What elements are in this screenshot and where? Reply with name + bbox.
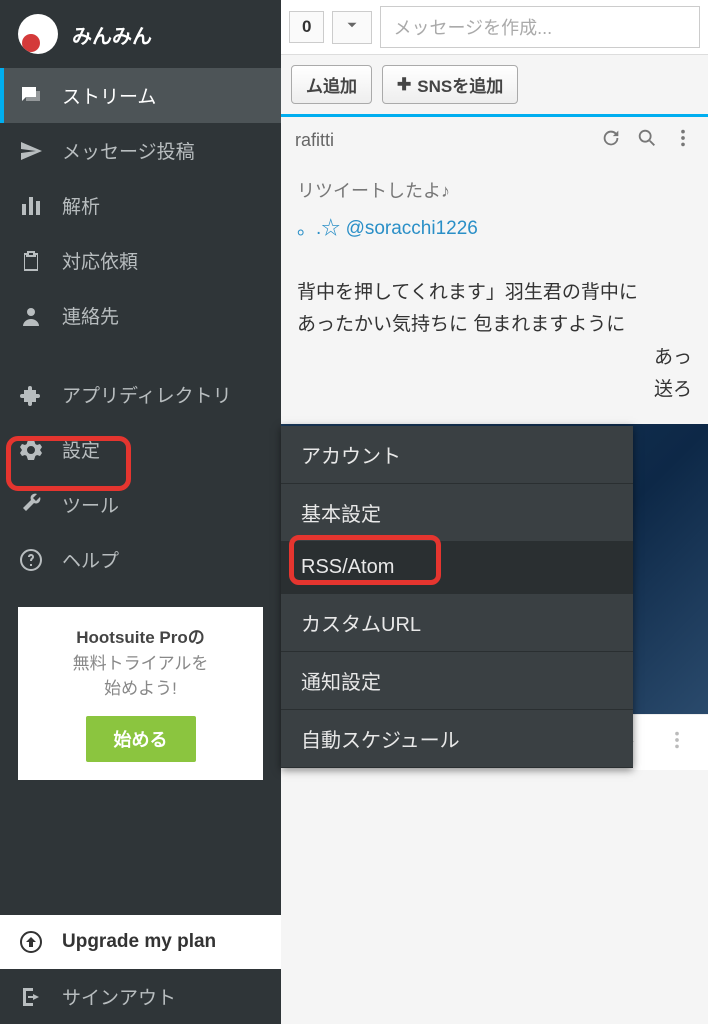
tweet-line3: あっ 送ろ [297, 342, 692, 407]
nav-settings[interactable]: 設定 [0, 422, 281, 477]
more-button[interactable] [666, 729, 688, 756]
signout-icon [18, 984, 44, 1010]
submenu-autoschedule[interactable]: 自動スケジュール [281, 710, 633, 768]
tweet-handle[interactable]: @soracchi1226 [346, 218, 478, 239]
submenu-preferences[interactable]: 基本設定 [281, 484, 633, 542]
nav-analytics[interactable]: 解析 [0, 178, 281, 233]
nav-label: Upgrade my plan [62, 931, 216, 953]
stream-actions [600, 127, 694, 154]
submenu-account[interactable]: アカウント [281, 426, 633, 484]
promo-title: Hootsuite Proの [28, 625, 253, 651]
chart-icon [18, 193, 44, 219]
puzzle-icon [18, 382, 44, 408]
gear-icon [18, 437, 44, 463]
nav-help[interactable]: ヘルプ [0, 532, 281, 587]
tweet-meta: リツイートしたよ♪ [297, 176, 692, 207]
tweet-symbols: 。.☆ [297, 218, 340, 239]
add-stream-button[interactable]: ム追加 [291, 65, 372, 104]
tweet: リツイートしたよ♪ 。.☆ @soracchi1226 背中を押してくれます」羽… [281, 164, 708, 418]
settings-submenu: アカウント 基本設定 RSS/Atom カスタムURL 通知設定 自動スケジュー… [281, 426, 633, 768]
submenu-notifications[interactable]: 通知設定 [281, 652, 633, 710]
counter[interactable]: 0 [289, 11, 324, 43]
clipboard-icon [18, 248, 44, 274]
nav-label: ストリーム [62, 82, 156, 109]
label: SNSを追加 [417, 72, 503, 97]
avatar [18, 14, 58, 54]
person-icon [18, 303, 44, 329]
plus-icon: ✚ [397, 75, 411, 95]
secondary-nav: アプリディレクトリ 設定 ツール ヘルプ [0, 367, 281, 587]
nav-label: 対応依頼 [62, 247, 138, 274]
nav-label: アプリディレクトリ [62, 381, 232, 408]
sidebar: みんみん ストリーム メッセージ投稿 解析 対応依頼 連絡先 アプリディレクトリ [0, 0, 281, 1024]
primary-nav: ストリーム メッセージ投稿 解析 対応依頼 連絡先 [0, 68, 281, 343]
promo-start-button[interactable]: 始める [86, 716, 196, 762]
more-icon[interactable] [672, 127, 694, 154]
send-icon [18, 138, 44, 164]
add-sns-button[interactable]: ✚ SNSを追加 [382, 65, 518, 104]
refresh-icon[interactable] [600, 127, 622, 154]
tweet-handle-line: 。.☆ @soracchi1226 [297, 213, 692, 245]
upgrade-icon [18, 929, 44, 955]
nav-stream[interactable]: ストリーム [0, 68, 281, 123]
search-icon[interactable] [636, 127, 658, 154]
nav-compose[interactable]: メッセージ投稿 [0, 123, 281, 178]
nav-label: ヘルプ [62, 546, 119, 573]
nav-signout[interactable]: サインアウト [0, 969, 281, 1024]
help-icon [18, 547, 44, 573]
nav-contacts[interactable]: 連絡先 [0, 288, 281, 343]
promo-box: Hootsuite Proの 無料トライアルを 始めよう! 始める [18, 607, 263, 780]
nav-label: 連絡先 [62, 302, 119, 329]
sidebar-bottom: Upgrade my plan サインアウト [0, 915, 281, 1024]
submenu-custom-url[interactable]: カスタムURL [281, 594, 633, 652]
tweet-line1: 背中を押してくれます」羽生君の背中に [297, 277, 692, 309]
nav-label: 設定 [62, 436, 100, 463]
chevron-down-icon [343, 16, 361, 34]
counter-dropdown[interactable] [332, 11, 372, 44]
label: ム追加 [306, 72, 357, 97]
nav-label: サインアウト [62, 983, 176, 1010]
nav-upgrade[interactable]: Upgrade my plan [0, 915, 281, 969]
user-header[interactable]: みんみん [0, 0, 281, 68]
nav-assignments[interactable]: 対応依頼 [0, 233, 281, 288]
toolbar: ム追加 ✚ SNSを追加 [281, 55, 708, 117]
promo-line3: 始めよう! [28, 676, 253, 702]
submenu-rss[interactable]: RSS/Atom [281, 542, 633, 594]
stream-header: rafitti [281, 117, 708, 164]
topbar: 0 メッセージを作成... [281, 0, 708, 55]
more-icon [666, 729, 688, 751]
stream-source: rafitti [295, 130, 334, 151]
promo-line2: 無料トライアルを [28, 651, 253, 677]
nav-label: 解析 [62, 192, 100, 219]
nav-apps[interactable]: アプリディレクトリ [0, 367, 281, 422]
stream-icon [18, 83, 44, 109]
compose-input[interactable]: メッセージを作成... [380, 6, 700, 48]
tweet-line2: あったかい気持ちに 包まれますように [297, 309, 692, 341]
wrench-icon [18, 492, 44, 518]
username: みんみん [72, 20, 152, 49]
nav-label: メッセージ投稿 [62, 137, 195, 164]
nav-label: ツール [62, 491, 119, 518]
nav-tools[interactable]: ツール [0, 477, 281, 532]
